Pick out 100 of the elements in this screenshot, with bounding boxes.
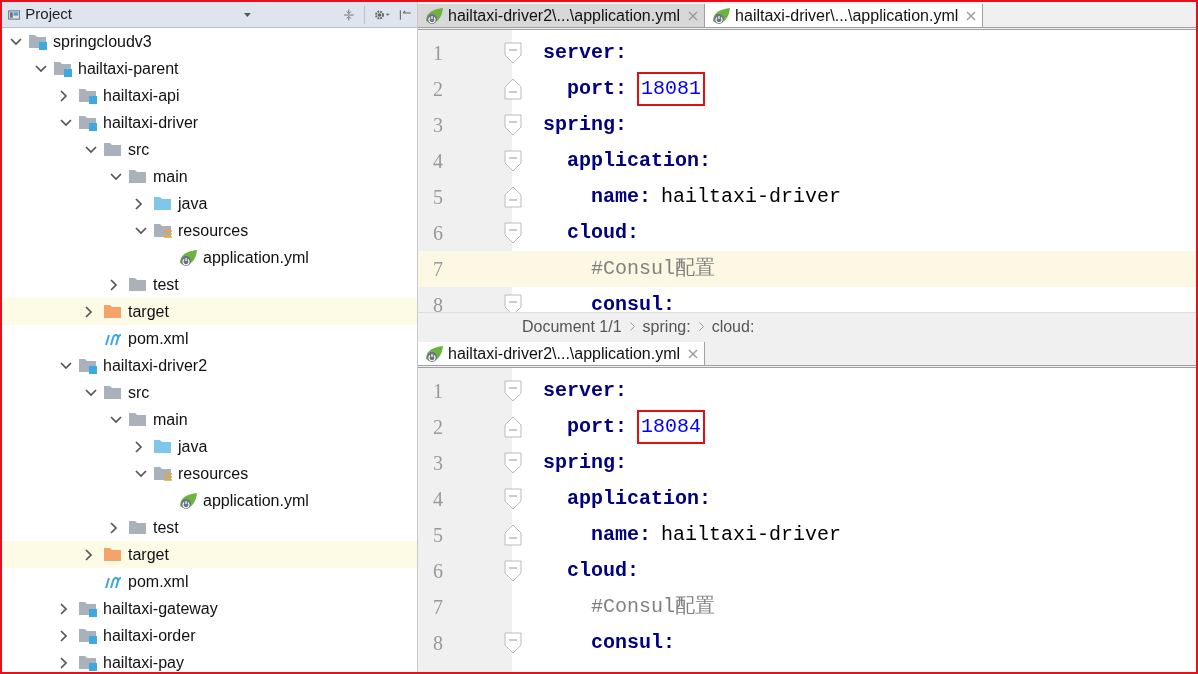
breadcrumb-item[interactable]: Document 1/1 [522,314,622,339]
tree-row[interactable]: test [2,514,417,541]
tree-row[interactable]: test [2,271,417,298]
folder-icon [103,384,123,401]
tree-row[interactable]: target [2,298,417,325]
editor-tab[interactable]: hailtaxi-driver2\...\application.yml [418,342,706,365]
dropdown-caret-icon[interactable] [244,11,251,18]
expanded-chevron-icon[interactable] [85,145,97,154]
fold-marker-icon[interactable] [504,78,522,100]
module-folder-icon [78,87,98,104]
tree-row[interactable]: application.yml [2,487,417,514]
tree-row[interactable]: hailtaxi-pay [2,649,417,672]
expanded-chevron-icon[interactable] [60,361,72,370]
fold-marker-icon[interactable] [504,294,522,312]
collapsed-chevron-icon[interactable] [60,89,68,102]
expanded-chevron-icon[interactable] [135,469,147,478]
fold-marker-icon[interactable] [504,632,522,654]
tree-row[interactable]: pom.xml [2,568,417,595]
fold-marker-icon[interactable] [504,452,522,474]
expanded-chevron-icon[interactable] [10,37,22,46]
collapsed-chevron-icon[interactable] [110,521,118,534]
line-number: 8 [432,293,444,312]
spring-leaf-icon [178,491,198,510]
collapsed-chevron-icon[interactable] [60,629,68,642]
tree-row[interactable]: application.yml [2,244,417,271]
editor-tab[interactable]: hailtaxi-driver2\...\application.yml [418,4,706,27]
tree-row[interactable]: pom.xml [2,325,417,352]
module-folder-icon [78,627,98,644]
breadcrumb-separator-icon [629,322,635,331]
collapsed-chevron-icon[interactable] [60,656,68,669]
fold-marker-icon[interactable] [504,416,522,438]
tree-row[interactable]: resources [2,460,417,487]
tree-item-label: java [178,194,208,213]
editor-tab[interactable]: hailtaxi-driver\...\application.yml [705,4,984,27]
tree-item-label: resources [178,221,249,240]
tree-row[interactable]: springcloudv3 [2,28,417,55]
yaml-key: name: [543,520,652,550]
tree-row[interactable]: hailtaxi-driver2 [2,352,417,379]
collapsed-chevron-icon[interactable] [135,440,143,453]
expanded-chevron-icon[interactable] [85,388,97,397]
collapsed-chevron-icon[interactable] [85,548,93,561]
yaml-key: server: [543,38,627,68]
breadcrumb-item[interactable]: cloud: [711,314,755,339]
tree-item-label: test [153,518,179,537]
line-number: 7 [432,257,444,282]
line-number: 2 [432,77,444,102]
tree-item-label: pom.xml [128,329,189,348]
expanded-chevron-icon[interactable] [110,415,122,424]
fold-marker-icon[interactable] [504,42,522,64]
fold-marker-icon[interactable] [504,150,522,172]
expanded-chevron-icon[interactable] [110,172,122,181]
close-icon[interactable] [688,348,699,359]
folder-icon [103,303,123,320]
yaml-key: port: [543,74,627,104]
spring-leaf-icon [424,344,444,363]
tree-row[interactable]: main [2,406,417,433]
expanded-chevron-icon[interactable] [135,226,147,235]
line-number: 8 [432,631,444,656]
expanded-chevron-icon[interactable] [35,64,47,73]
fold-marker-icon[interactable] [504,114,522,136]
collapsed-chevron-icon[interactable] [60,602,68,615]
tree-item-label: src [128,383,150,402]
tree-row[interactable]: target [2,541,417,568]
line-number: 3 [432,451,444,476]
tree-row[interactable]: java [2,433,417,460]
yaml-key: spring: [543,448,627,478]
tree-row[interactable]: main [2,163,417,190]
fold-marker-icon[interactable] [504,222,522,244]
tree-row[interactable]: src [2,379,417,406]
tree-row[interactable]: resources [2,217,417,244]
resource-folder-icon [153,465,173,482]
tree-item-label: hailtaxi-driver [103,113,199,132]
tree-row[interactable]: hailtaxi-order [2,622,417,649]
fold-marker-icon[interactable] [504,488,522,510]
tree-row[interactable]: java [2,190,417,217]
breadcrumb-separator-icon [698,322,704,331]
expanded-chevron-icon[interactable] [60,118,72,127]
tree-row[interactable]: src [2,136,417,163]
breadcrumb-item[interactable]: spring: [642,314,691,339]
tree-item-label: springcloudv3 [53,32,152,51]
yaml-key: cloud: [543,218,639,248]
tree-row[interactable]: hailtaxi-parent [2,55,417,82]
tree-row[interactable]: hailtaxi-gateway [2,595,417,622]
tree-row[interactable]: hailtaxi-driver [2,109,417,136]
collapsed-chevron-icon[interactable] [85,305,93,318]
tree-item-label: hailtaxi-parent [78,59,179,78]
yaml-value: hailtaxi-driver [661,522,842,548]
close-icon[interactable] [966,10,977,21]
folder-icon [153,438,173,455]
tree-row[interactable]: hailtaxi-api [2,82,417,109]
collapsed-chevron-icon[interactable] [135,197,143,210]
collapsed-chevron-icon[interactable] [110,278,118,291]
module-folder-icon [78,114,98,131]
fold-marker-icon[interactable] [504,380,522,402]
fold-marker-icon[interactable] [504,524,522,546]
fold-marker-icon[interactable] [504,560,522,582]
line-number: 7 [432,595,444,620]
yaml-key: consul: [543,290,676,312]
line-number: 3 [432,113,444,138]
fold-marker-icon[interactable] [504,186,522,208]
